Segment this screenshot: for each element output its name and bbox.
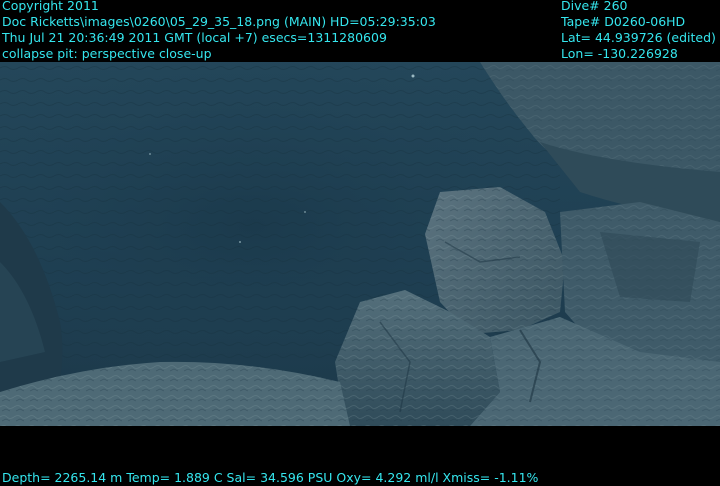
description-text: collapse pit: perspective close-up bbox=[2, 46, 212, 61]
overlay-top-left: Copyright 2011 Doc Ricketts\images\0260\… bbox=[2, 0, 436, 62]
seafloor-photo bbox=[0, 62, 720, 426]
overlay-bottom: Depth= 2265.14 m Temp= 1.889 C Sal= 34.5… bbox=[2, 470, 538, 486]
video-frame: Copyright 2011 Doc Ricketts\images\0260\… bbox=[0, 0, 720, 486]
overlay-top-right: Dive# 260 Tape# D0260-06HD Lat= 44.93972… bbox=[561, 0, 716, 62]
latitude-text: Lat= 44.939726 (edited) bbox=[561, 30, 716, 45]
image-path-text: Doc Ricketts\images\0260\05_29_35_18.png… bbox=[2, 14, 436, 29]
longitude-text: Lon= -130.226928 bbox=[561, 46, 678, 61]
datetime-text: Thu Jul 21 20:36:49 2011 GMT (local +7) … bbox=[2, 30, 387, 45]
sensor-readout-text: Depth= 2265.14 m Temp= 1.889 C Sal= 34.5… bbox=[2, 470, 539, 485]
copyright-text: Copyright 2011 bbox=[2, 0, 99, 13]
dive-number-text: Dive# 260 bbox=[561, 0, 628, 13]
seafloor-image bbox=[0, 62, 720, 426]
tape-number-text: Tape# D0260-06HD bbox=[561, 14, 686, 29]
